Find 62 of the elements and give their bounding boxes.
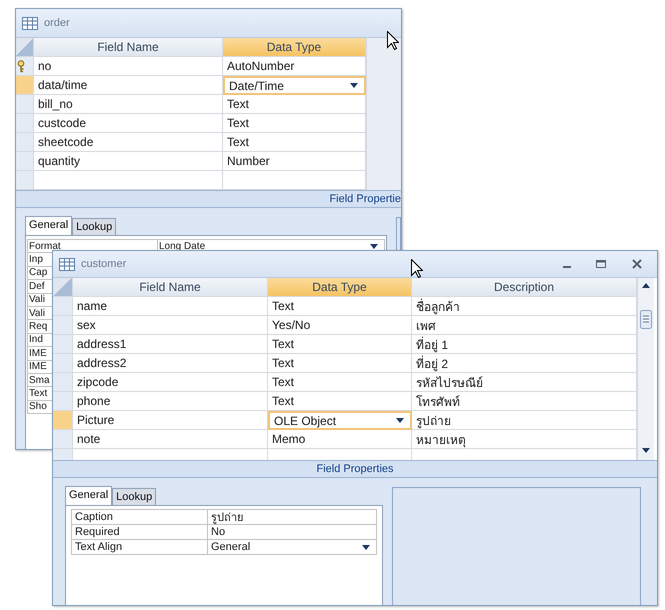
caret-icon	[396, 418, 404, 423]
caret-icon	[350, 83, 358, 88]
field-name-cell: note	[73, 430, 268, 449]
column-header[interactable]: Data Type	[268, 278, 412, 297]
data-type-cell: AutoNumber	[223, 57, 366, 76]
caret-icon	[362, 544, 370, 550]
data-type-dropdown[interactable]: OLE Object	[268, 411, 412, 430]
property-dropdown[interactable]: General	[208, 540, 377, 555]
field-name-cell: name	[73, 297, 268, 316]
section-title: Field Properties	[316, 463, 394, 475]
property-label: Required	[72, 525, 208, 540]
data-type-cell: Text	[268, 335, 412, 354]
data-type-cell: Text	[223, 95, 366, 114]
select-all-button[interactable]	[53, 278, 73, 297]
data-type-dropdown[interactable]: Date/Time	[223, 76, 366, 95]
tab[interactable]: General	[25, 216, 72, 235]
window-title: order	[44, 17, 70, 29]
field-name-cell: no	[34, 57, 223, 76]
data-type-cell: Number	[223, 152, 366, 171]
data-type-cell: Text	[223, 133, 366, 152]
field-name-cell: bill_no	[34, 95, 223, 114]
table-icon	[22, 16, 38, 30]
tab[interactable]: Lookup	[112, 488, 156, 505]
field-name-cell: address2	[73, 354, 268, 373]
description-cell: รหัสไปรษณีย์	[412, 373, 637, 392]
property-value[interactable]: รูปถ่าย	[208, 510, 377, 525]
field-name-cell: sex	[73, 316, 268, 335]
column-header[interactable]: Data Type	[223, 38, 366, 57]
field-name-cell: data/time	[34, 76, 223, 95]
property-value[interactable]: No	[208, 525, 377, 540]
tab[interactable]: Lookup	[72, 218, 116, 235]
field-name-cell: phone	[73, 392, 268, 411]
description-cell: หมายเหตุ	[412, 430, 637, 449]
data-type-cell: Text	[223, 114, 366, 133]
field-name-cell: sheetcode	[34, 133, 223, 152]
description-cell: เพศ	[412, 316, 637, 335]
data-type-cell: Text	[268, 297, 412, 316]
section-title: Field Propertie	[329, 193, 401, 205]
description-cell: ที่อยู่ 2	[412, 354, 637, 373]
description-cell: ที่อยู่ 1	[412, 335, 637, 354]
data-type-cell: Memo	[268, 430, 412, 449]
data-type-cell: Text	[268, 373, 412, 392]
row-selector[interactable]	[16, 57, 34, 76]
column-header[interactable]: Description	[412, 278, 637, 297]
field-name-cell: quantity	[34, 152, 223, 171]
table-icon	[59, 258, 75, 270]
field-name-cell: custcode	[34, 114, 223, 133]
data-type-cell: Text	[268, 392, 412, 411]
column-header[interactable]: Field Name	[73, 278, 268, 297]
field-name-cell: address1	[73, 335, 268, 354]
description-cell: โทรศัพท์	[412, 392, 637, 411]
column-header[interactable]: Field Name	[34, 38, 223, 57]
data-type-cell: Text	[268, 354, 412, 373]
field-name-cell: zipcode	[73, 373, 268, 392]
field-name-cell: Picture	[73, 411, 268, 430]
property-label: Text Align	[72, 540, 208, 555]
data-type-cell: Yes/No	[268, 316, 412, 335]
description-cell: รูปถ่าย	[412, 411, 637, 430]
maximize-icon[interactable]	[593, 257, 609, 271]
description-cell: ชื่อลูกค้า	[412, 297, 637, 316]
tab[interactable]: General	[65, 486, 112, 505]
property-label: Caption	[72, 510, 208, 525]
